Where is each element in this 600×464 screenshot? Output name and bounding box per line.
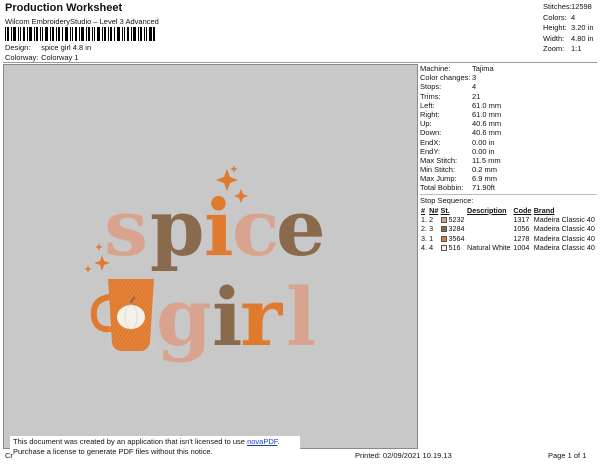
letter-l: l: [286, 270, 316, 364]
height-row: Height: 3.20 in: [543, 23, 594, 32]
letter-g: g: [156, 270, 212, 364]
col-description: Description: [467, 205, 507, 215]
colorway-label: Colorway:: [5, 53, 39, 62]
machine-stats: Machine: Tajima Color changes: 3 Stops: 4 T…: [420, 64, 597, 253]
notice-line-2: Purchase a license to generate PDF files…: [13, 447, 213, 456]
stitches-row: Stitches: 12598: [543, 2, 592, 11]
design-label: Design:: [5, 43, 31, 52]
design-preview: s p i c e g i r l: [3, 64, 418, 449]
barcode: [5, 27, 155, 41]
colorway-value: Colorway 1: [41, 53, 79, 62]
table-row: 2. 3 3284 1056 Madeira Classic 40: [421, 224, 595, 234]
letter-s: s: [104, 183, 148, 274]
table-row: 3. 1 3564 1278 Madeira Classic 40: [421, 233, 595, 243]
stop-sequence-table: # N# St. Description Code Brand 1. 2 523…: [420, 206, 597, 253]
col-brand: Brand: [533, 205, 555, 215]
printed-date: Printed: 02/09/2021 10.19.13: [355, 451, 452, 460]
color-swatch: [440, 216, 447, 223]
colors-row: Colors: 4: [543, 12, 576, 22]
header-divider: [3, 62, 597, 63]
col-stitches: St.: [440, 205, 450, 215]
col-needle: N#: [429, 205, 439, 215]
design-value: spice girl 4.8 in: [41, 43, 92, 52]
software-subtitle: Wilcom EmbroideryStudio – Level 3 Advanc…: [5, 17, 159, 26]
design-row: Design: spice girl 4.8 in: [5, 43, 91, 52]
novapdf-link[interactable]: novaPDF: [247, 437, 277, 446]
top-stats: Stitches: 12598 Colors: 4 Height: 3.20 in W…: [543, 2, 598, 55]
girl-word: g i r l: [156, 270, 316, 364]
embroidery-artwork: s p i c e g i r l: [84, 165, 326, 364]
worksheet-title: Production Worksheet: [5, 2, 123, 14]
color-swatch: [440, 226, 447, 233]
letter-e: e: [276, 183, 326, 274]
col-num: #: [421, 205, 425, 215]
spice-word: s p i c e: [104, 183, 326, 274]
stats-divider: [420, 193, 597, 195]
mug-icon: [90, 279, 154, 351]
table-row: 1. 2 5232 1317 Madeira Classic 40: [421, 214, 595, 224]
color-swatch: [440, 245, 447, 252]
col-code: Code: [513, 205, 532, 215]
sparkle-icon: [95, 243, 103, 251]
table-header-row: # N# St. Description Code Brand: [420, 206, 597, 215]
sparkle-icon: [84, 265, 92, 273]
stop-sequence-title: Stop Sequence:: [420, 195, 474, 205]
width-row: Width: 4.80 in: [543, 33, 594, 43]
notice-line-1: This document was created by an applicat…: [13, 437, 245, 446]
color-swatch: [440, 235, 447, 242]
letter-r: r: [240, 270, 283, 364]
license-notice: This document was created by an applicat…: [10, 436, 300, 462]
letter-i2: i: [212, 270, 242, 364]
colorway-row: Colorway: Colorway 1: [5, 53, 79, 62]
letter-p: p: [150, 183, 205, 274]
page-number: Page 1 of 1: [548, 451, 587, 460]
sparkle-icon: [230, 165, 238, 173]
table-row: 4. 4 516 Natural White 1004 Madeira Clas…: [421, 243, 595, 253]
letter-c: c: [232, 183, 280, 274]
zoom-row: Zoom: 1:1: [543, 44, 582, 53]
footer-left: Cr: [5, 451, 13, 460]
letter-i: i: [204, 183, 234, 274]
